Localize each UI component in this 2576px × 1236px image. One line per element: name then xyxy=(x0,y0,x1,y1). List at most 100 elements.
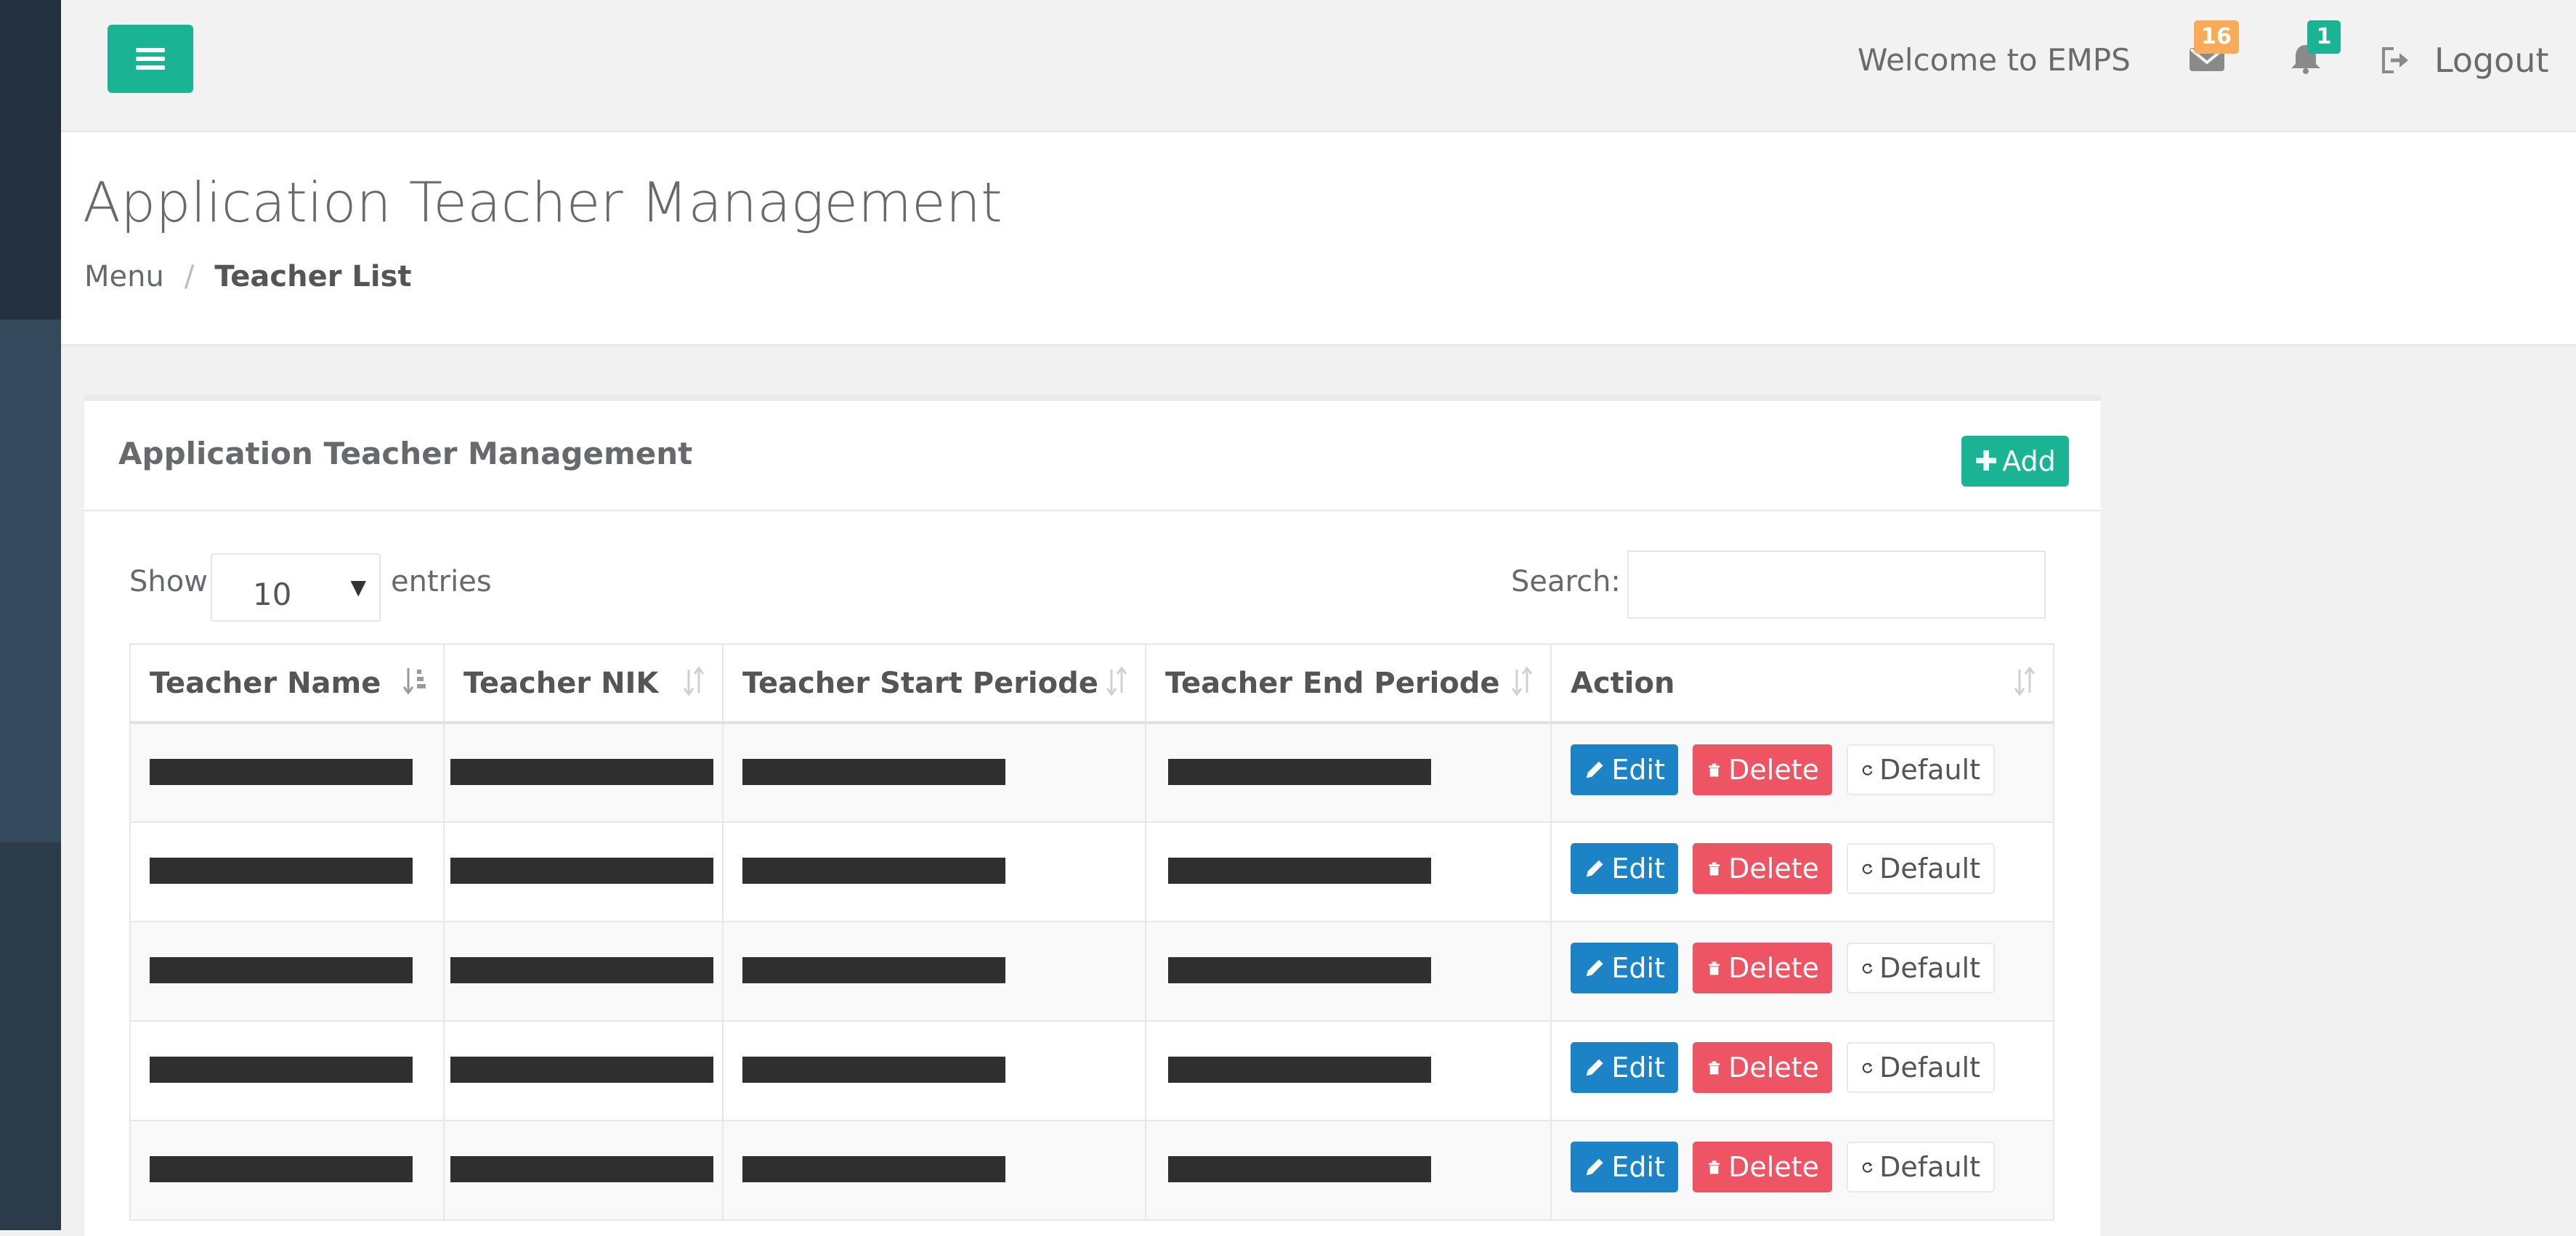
table-cell-actions: Edit Delete Default xyxy=(1550,1120,2054,1221)
delete-button[interactable]: Delete xyxy=(1693,744,1832,795)
table-cell-redacted xyxy=(443,921,724,1022)
panel-header: Application Teacher Management ✚ Add xyxy=(84,401,2101,511)
sort-icon xyxy=(681,665,706,704)
col-teacher-name[interactable]: Teacher Name xyxy=(129,643,445,724)
add-button[interactable]: ✚ Add xyxy=(1961,436,2069,487)
table-cell-redacted xyxy=(443,821,724,922)
edit-button[interactable]: Edit xyxy=(1571,1042,1678,1093)
edit-label: Edit xyxy=(1611,853,1665,885)
row-actions: Edit Delete Default xyxy=(1571,744,2009,795)
page-size-select[interactable]: 10 ▼ xyxy=(211,553,381,622)
notifications-count-badge: 1 xyxy=(2307,20,2341,54)
delete-button[interactable]: Delete xyxy=(1693,943,1832,993)
default-label: Default xyxy=(1879,1151,1980,1183)
default-label: Default xyxy=(1879,853,1980,885)
page-title: Application Teacher Management xyxy=(83,170,1003,235)
table-cell-actions: Edit Delete Default xyxy=(1550,722,2054,823)
default-label: Default xyxy=(1879,754,1980,786)
welcome-text: Welcome to EMPS xyxy=(1858,42,2131,78)
col-teacher-nik[interactable]: Teacher NIK xyxy=(443,643,724,724)
sort-icon xyxy=(1510,665,1534,704)
trash-icon xyxy=(1709,1061,1720,1075)
table-cell-redacted xyxy=(129,1120,445,1221)
default-button[interactable]: Default xyxy=(1847,943,1995,993)
logout-link[interactable]: Logout xyxy=(2381,41,2549,80)
table-row: Edit Delete Default xyxy=(129,1020,2054,1121)
table-cell-redacted xyxy=(722,1020,1146,1121)
search-input[interactable] xyxy=(1627,550,2046,619)
show-label: Show xyxy=(129,565,208,598)
col-action[interactable]: Action xyxy=(1550,643,2054,724)
redaction-bar xyxy=(742,957,1005,983)
default-label: Default xyxy=(1879,1052,1980,1083)
redaction-bar xyxy=(450,1156,713,1182)
redaction-bar xyxy=(1168,759,1431,785)
edit-button[interactable]: Edit xyxy=(1571,1142,1678,1192)
refresh-icon xyxy=(1862,963,1873,974)
table-cell-redacted xyxy=(722,821,1146,922)
sidebar-active-area xyxy=(0,320,61,842)
redaction-bar xyxy=(450,1057,713,1083)
table-cell-actions: Edit Delete Default xyxy=(1550,821,2054,922)
default-button[interactable]: Default xyxy=(1847,744,1995,795)
table-cell-actions: Edit Delete Default xyxy=(1550,1020,2054,1121)
delete-label: Delete xyxy=(1728,1151,1819,1183)
table-cell-redacted xyxy=(129,722,445,823)
table-row: Edit Delete Default xyxy=(129,921,2054,1022)
table-cell-redacted xyxy=(1145,722,1552,823)
default-button[interactable]: Default xyxy=(1847,1042,1995,1093)
table-cell-redacted xyxy=(722,722,1146,823)
breadcrumb-separator: / xyxy=(184,260,195,293)
breadcrumb: Menu / Teacher List xyxy=(84,260,412,293)
refresh-icon xyxy=(1862,765,1873,776)
table-cell-redacted xyxy=(722,1120,1146,1221)
table-cell-redacted xyxy=(129,921,445,1022)
page-size-value: 10 xyxy=(253,577,292,612)
delete-label: Delete xyxy=(1728,952,1819,984)
col-action-label: Action xyxy=(1571,667,1675,700)
col-start-periode-label: Teacher Start Periode xyxy=(742,667,1098,700)
entries-label: entries xyxy=(391,565,492,598)
sort-icon xyxy=(2012,665,2037,704)
sign-out-icon xyxy=(2382,47,2408,73)
table-cell-redacted xyxy=(1145,1120,1552,1221)
messages-count-badge: 16 xyxy=(2194,20,2239,54)
delete-label: Delete xyxy=(1728,1052,1819,1083)
redaction-bar xyxy=(150,957,413,983)
refresh-icon xyxy=(1862,1162,1873,1173)
page-header: Application Teacher Management Menu / Teac… xyxy=(61,132,2576,346)
edit-button[interactable]: Edit xyxy=(1571,943,1678,993)
sort-icon xyxy=(1104,665,1129,704)
table-cell-redacted xyxy=(1145,921,1552,1022)
breadcrumb-menu[interactable]: Menu xyxy=(84,260,164,293)
redaction-bar xyxy=(150,1057,413,1083)
delete-button[interactable]: Delete xyxy=(1693,1042,1832,1093)
redaction-bar xyxy=(1168,1156,1431,1182)
edit-button[interactable]: Edit xyxy=(1571,843,1678,894)
table-cell-redacted xyxy=(1145,1020,1552,1121)
delete-button[interactable]: Delete xyxy=(1693,843,1832,894)
table-cell-redacted xyxy=(443,722,724,823)
edit-label: Edit xyxy=(1611,1151,1665,1183)
default-button[interactable]: Default xyxy=(1847,1142,1995,1192)
trash-icon xyxy=(1709,862,1720,876)
pencil-icon xyxy=(1586,1158,1603,1176)
pencil-icon xyxy=(1586,761,1603,778)
trash-icon xyxy=(1709,1160,1720,1174)
redaction-bar xyxy=(1168,1057,1431,1083)
edit-button[interactable]: Edit xyxy=(1571,744,1678,795)
table-row: Edit Delete Default xyxy=(129,821,2054,922)
menu-toggle-button[interactable] xyxy=(108,25,193,93)
col-end-periode[interactable]: Teacher End Periode xyxy=(1145,643,1552,724)
table-cell-actions: Edit Delete Default xyxy=(1550,921,2054,1022)
default-button[interactable]: Default xyxy=(1847,843,1995,894)
edit-label: Edit xyxy=(1611,754,1665,786)
table-cell-redacted xyxy=(722,921,1146,1022)
col-start-periode[interactable]: Teacher Start Periode xyxy=(722,643,1146,724)
table-cell-redacted xyxy=(129,821,445,922)
delete-button[interactable]: Delete xyxy=(1693,1142,1832,1192)
table-cell-redacted xyxy=(443,1020,724,1121)
delete-label: Delete xyxy=(1728,754,1819,786)
col-end-periode-label: Teacher End Periode xyxy=(1165,667,1500,700)
edit-label: Edit xyxy=(1611,952,1665,984)
